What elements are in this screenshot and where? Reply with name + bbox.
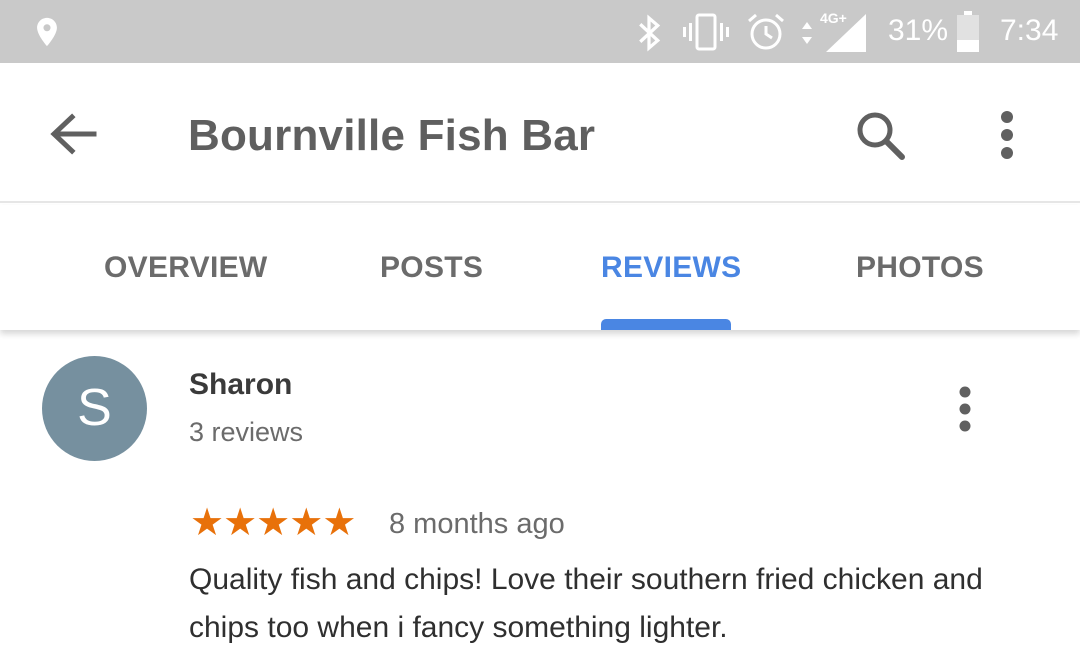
reviewer-review-count: 3 reviews (189, 417, 304, 447)
page-title: Bournville Fish Bar (188, 111, 596, 160)
tab-bar: OVERVIEW POSTS REVIEWS PHOTOS (0, 205, 1080, 330)
review-more-vert-icon[interactable] (948, 384, 982, 434)
star-rating: ★★★★★ (190, 502, 356, 544)
signal-icon (826, 14, 866, 52)
data-arrows-icon (802, 22, 812, 44)
tab-posts[interactable]: POSTS (380, 251, 483, 285)
tab-reviews[interactable]: REVIEWS (601, 251, 741, 285)
back-arrow-icon[interactable] (44, 109, 104, 159)
vibrate-icon (683, 13, 729, 51)
reviewer-name[interactable]: Sharon (189, 368, 292, 402)
location-icon (37, 17, 57, 47)
active-tab-indicator (601, 319, 731, 330)
review-text: Quality fish and chips! Love their south… (189, 563, 983, 644)
star-icon: ★ (190, 502, 224, 544)
star-icon: ★ (223, 502, 257, 544)
bluetooth-icon (639, 14, 661, 52)
star-icon: ★ (256, 502, 290, 544)
tab-photos[interactable]: PHOTOS (856, 251, 984, 285)
search-icon[interactable] (852, 107, 910, 165)
avatar[interactable]: S (42, 356, 147, 461)
clock: 7:34 (1000, 14, 1059, 47)
tab-overview[interactable]: OVERVIEW (104, 251, 268, 285)
alarm-icon (748, 13, 784, 50)
battery-percent: 31% (888, 14, 949, 47)
review-time: 8 months ago (389, 508, 565, 540)
status-bar: 4G+ 31% 7:34 (0, 0, 1080, 63)
star-icon: ★ (322, 502, 356, 544)
battery-icon (957, 11, 979, 52)
star-icon: ★ (289, 502, 323, 544)
app-bar: Bournville Fish Bar (0, 63, 1080, 203)
more-vert-icon[interactable] (990, 109, 1024, 161)
